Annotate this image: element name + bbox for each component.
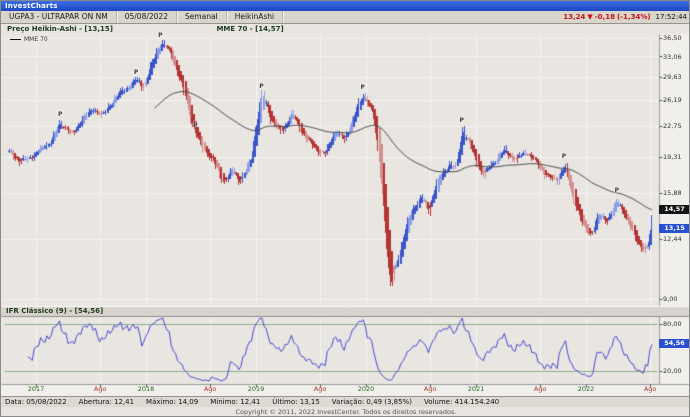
pivot-marker: P — [134, 69, 138, 76]
time-axis-label: Ago — [94, 385, 107, 393]
indicator-badge: 54,56 — [659, 339, 690, 348]
pivot-marker: P — [259, 83, 263, 90]
time-axis-label: 2021 — [468, 385, 485, 393]
time-axis-label: Ago — [204, 385, 217, 393]
status-bar: Data: 05/08/2022 Abertura: 12,41 Máximo: 1… — [1, 396, 690, 407]
price-axis-label: 19,31 — [663, 153, 682, 161]
mme-legend: MME 70 — [10, 36, 48, 43]
time-axis-label: Ago — [314, 385, 327, 393]
investcharts-window: InvestCharts UGPA3 - ULTRAPAR ON NM 05/0… — [0, 0, 690, 417]
copyright: Copyright © 2011, 2022 InvestCenter. Tod… — [1, 407, 690, 417]
status-field: Volume: 414.154.240 — [424, 398, 499, 406]
pivot-marker: P — [58, 111, 62, 118]
price-badge: 14,57 — [659, 205, 690, 214]
pivot-marker: P — [193, 122, 197, 129]
time-axis-label: 2017 — [28, 385, 45, 393]
pivot-marker: P — [562, 153, 566, 160]
price-axis-label: 36,50 — [663, 34, 682, 42]
indicator-header[interactable]: IFR Clássico (9) - [54,56] — [6, 306, 103, 317]
price-axis-label: 15,88 — [663, 189, 682, 197]
price-axis-label: 26,19 — [663, 96, 682, 104]
time-axis-label: 2018 — [138, 385, 155, 393]
time-axis-label: Ago — [644, 385, 657, 393]
clock: 17:52:44 — [656, 13, 687, 21]
pivot-marker: P — [360, 84, 364, 91]
time-axis-label: 2022 — [578, 385, 595, 393]
timeframe-selector[interactable]: Semanal — [177, 11, 227, 23]
price-badge: 13,15 — [659, 224, 690, 233]
status-field: Máximo: 14,09 — [146, 398, 198, 406]
mme-series-label[interactable]: MME 70 - [14,57] — [216, 25, 283, 33]
time-axis-label: Ago — [424, 385, 437, 393]
series-legend: Preço Heikin-Ashi - [13,15] MME 70 - [14… — [7, 25, 284, 33]
indicator-axis-label: 20,00 — [663, 367, 682, 375]
date-selector[interactable]: 05/08/2022 — [117, 11, 177, 23]
price-axis-label: 33,06 — [663, 53, 682, 61]
app-title: InvestCharts — [5, 2, 58, 10]
chart-canvas[interactable] — [1, 24, 690, 396]
status-field: Mínimo: 12,41 — [210, 398, 260, 406]
pivot-marker: P — [459, 117, 463, 124]
quote-arrow-down-icon: ▼ — [587, 13, 592, 21]
pivot-marker: P — [158, 32, 162, 39]
price-axis-label: 9,00 — [663, 295, 677, 303]
status-field: Último: 13,15 — [272, 398, 319, 406]
status-field: Variação: 0,49 (3,85%) — [332, 398, 412, 406]
chart-type-selector[interactable]: HeikinAshi — [227, 11, 283, 23]
quote-ticker: 13,24▼-0,18(-1,34%) — [561, 13, 650, 21]
price-axis-label: 22,75 — [663, 122, 682, 130]
price-series-label[interactable]: Preço Heikin-Ashi - [13,15] — [7, 25, 214, 33]
mme-line-swatch — [10, 39, 21, 40]
status-field: Data: 05/08/2022 — [5, 398, 67, 406]
pivot-marker: P — [615, 187, 619, 194]
time-axis-label: 2020 — [358, 385, 375, 393]
price-axis-label: 12,44 — [663, 235, 682, 243]
status-field: Abertura: 12,41 — [79, 398, 134, 406]
mme-legend-label: MME 70 — [24, 36, 48, 43]
time-axis-label: 2019 — [248, 385, 265, 393]
symbol-selector[interactable]: UGPA3 - ULTRAPAR ON NM — [1, 11, 117, 23]
quote-change: -0,18 — [595, 13, 615, 21]
time-axis-label: Ago — [534, 385, 547, 393]
toolbar: UGPA3 - ULTRAPAR ON NM 05/08/2022 Semana… — [1, 11, 690, 24]
price-axis-label: 29,63 — [663, 73, 682, 81]
indicator-axis-label: 80,00 — [663, 320, 682, 328]
quote-change-pct: (-1,34%) — [617, 13, 651, 21]
window-titlebar[interactable]: InvestCharts — [1, 1, 690, 11]
quote-last: 13,24 — [563, 13, 585, 21]
